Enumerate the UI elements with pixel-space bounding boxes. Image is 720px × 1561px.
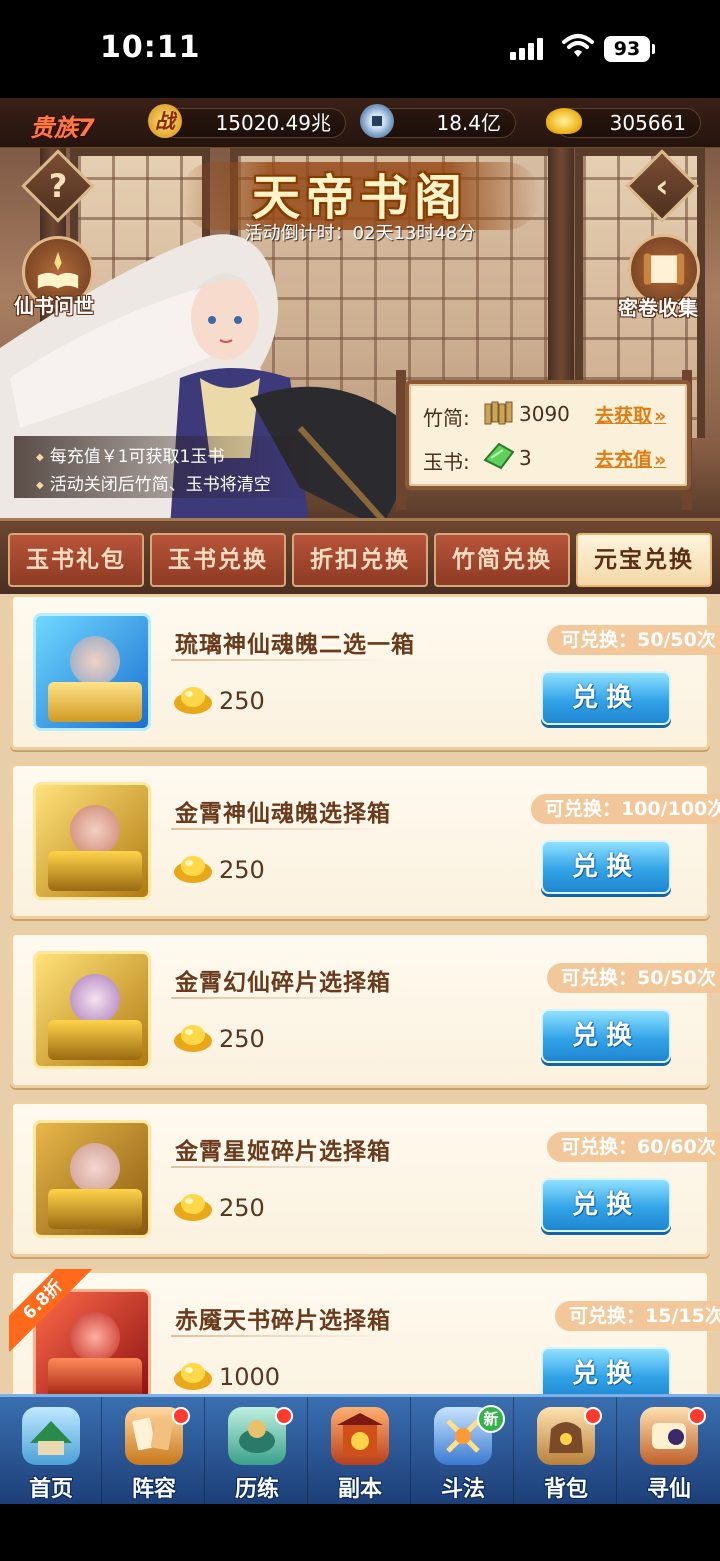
item-limit: 可兑换：15/15次 xyxy=(555,1301,720,1331)
nav-bag[interactable]: 背包 xyxy=(515,1397,617,1507)
item-limit: 可兑换：50/50次 xyxy=(547,625,720,655)
ingots-value: 305661 xyxy=(609,111,686,135)
jade-value: 3 xyxy=(519,446,532,470)
tab-jade-exchange[interactable]: 玉书兑换 xyxy=(150,533,286,587)
item-name: 金霄神仙魂魄选择箱 xyxy=(175,801,391,827)
power-value: 15020.49兆 xyxy=(215,111,331,135)
coins-value: 18.4亿 xyxy=(436,111,501,135)
battery-icon: 93 xyxy=(604,36,655,62)
exchange-button[interactable]: 兑换 xyxy=(541,1178,671,1232)
bamboo-slip-icon xyxy=(484,401,513,425)
item-limit: 可兑换：50/50次 xyxy=(547,963,720,993)
item-name: 金霄幻仙碎片选择箱 xyxy=(175,970,391,996)
item-thumbnail xyxy=(33,1120,151,1238)
resource-bar: 贵族7 15020.49兆 战 18.4亿 305661 xyxy=(0,98,720,148)
gold-ingot-icon xyxy=(174,856,212,883)
exchange-list[interactable]: 琉璃神仙魂魄二选一箱 250 可兑换：50/50次 兑换 金霄神仙魂魄选择箱 2… xyxy=(0,594,720,1394)
home-icon xyxy=(22,1407,80,1465)
nav-training[interactable]: 历练 xyxy=(206,1397,308,1507)
bamboo-label: 竹简: xyxy=(423,406,470,430)
discount-ribbon: 6.8折 xyxy=(9,1269,99,1359)
notification-dot xyxy=(688,1407,706,1425)
status-bar: 10:11 93 xyxy=(0,0,720,98)
vip-level[interactable]: 贵族7 xyxy=(30,108,95,143)
item-cost: 250 xyxy=(219,1025,265,1053)
event-title: 天帝书阁 xyxy=(251,170,468,226)
currency-panel: 竹简: 3090 去获取 玉书: 3 去充值 xyxy=(405,380,691,490)
nav-arena[interactable]: 新 斗法 xyxy=(412,1397,514,1507)
jade-label: 玉书: xyxy=(423,450,470,474)
exchange-button[interactable]: 兑换 xyxy=(541,1009,671,1063)
power-icon: 战 xyxy=(148,104,182,138)
gold-ingot-icon xyxy=(174,1025,212,1052)
gold-ingot-icon xyxy=(174,687,212,714)
wifi-icon xyxy=(562,34,594,57)
nav-home[interactable]: 首页 xyxy=(0,1397,102,1507)
item-thumbnail xyxy=(33,782,151,900)
item-thumbnail xyxy=(33,613,151,731)
back-arrow-icon: ‹ xyxy=(655,167,669,205)
exchange-button[interactable]: 兑换 xyxy=(541,1347,671,1394)
event-hero: 天帝书阁 活动倒计时：02天13时48分 ? ‹ 仙书问世 密卷收集 每充值￥1… xyxy=(0,148,720,518)
screen: { "status_bar": {"time": "10:11", "batte… xyxy=(0,0,720,1561)
list-item: 琉璃神仙魂魄二选一箱 250 可兑换：50/50次 兑换 xyxy=(10,594,720,750)
item-cost: 1000 xyxy=(219,1363,281,1391)
gold-ingot-icon xyxy=(546,108,582,134)
feature-mijuan[interactable]: 密卷收集 xyxy=(618,292,698,321)
notification-dot xyxy=(275,1407,293,1425)
bottom-nav: 首页 阵容 历练 副本 新 斗法 背包 寻仙 xyxy=(0,1394,720,1507)
notification-dot xyxy=(172,1407,190,1425)
exchange-tabs: 玉书礼包 玉书兑换 折扣兑换 竹简兑换 元宝兑换 xyxy=(0,518,720,594)
notification-dot xyxy=(584,1407,602,1425)
home-indicator-area xyxy=(0,1504,720,1561)
event-notes: 每充值￥1可获取1玉书 活动关闭后竹简、玉书将清空 xyxy=(14,436,324,498)
jade-book-icon xyxy=(483,442,515,470)
item-name: 琉璃神仙魂魄二选一箱 xyxy=(175,632,415,658)
note-1: 每充值￥1可获取1玉书 xyxy=(36,442,225,467)
feature-xianshu[interactable]: 仙书问世 xyxy=(14,290,94,319)
nav-lineup[interactable]: 阵容 xyxy=(103,1397,205,1507)
list-item: 金霄星姬碎片选择箱 250 可兑换：60/60次 兑换 xyxy=(10,1101,720,1257)
item-cost: 250 xyxy=(219,687,265,715)
event-countdown: 活动倒计时：02天13时48分 xyxy=(244,223,476,244)
nav-seek-immortal[interactable]: 寻仙 xyxy=(618,1397,720,1507)
list-item: 金霄神仙魂魄选择箱 250 可兑换：100/100次 兑换 xyxy=(10,763,720,919)
copper-coin-icon xyxy=(360,104,394,138)
list-item: 金霄幻仙碎片选择箱 250 可兑换：50/50次 兑换 xyxy=(10,932,720,1088)
item-cost: 250 xyxy=(219,1194,265,1222)
item-name: 赤魇天书碎片选择箱 xyxy=(175,1308,391,1334)
item-limit: 可兑换：100/100次 xyxy=(531,794,720,824)
item-limit: 可兑换：60/60次 xyxy=(547,1132,720,1162)
clock: 10:11 xyxy=(100,30,201,65)
exchange-button[interactable]: 兑换 xyxy=(541,671,671,725)
recharge-link[interactable]: 去充值 xyxy=(595,445,666,472)
note-2: 活动关闭后竹简、玉书将清空 xyxy=(36,470,271,495)
item-name: 金霄星姬碎片选择箱 xyxy=(175,1139,391,1165)
list-item: 6.8折 赤魇天书碎片选择箱 1000 可兑换：15/15次 兑换 xyxy=(9,1269,720,1394)
power-pill: 15020.49兆 xyxy=(160,108,346,138)
bamboo-value: 3090 xyxy=(519,402,570,426)
question-icon: ? xyxy=(48,167,68,205)
tab-bamboo-exchange[interactable]: 竹简兑换 xyxy=(434,533,570,587)
signal-icon xyxy=(510,38,546,60)
tab-jade-gift[interactable]: 玉书礼包 xyxy=(8,533,144,587)
tab-discount-exchange[interactable]: 折扣兑换 xyxy=(292,533,428,587)
gold-ingot-icon xyxy=(174,1194,212,1221)
new-badge: 新 xyxy=(477,1405,505,1433)
get-bamboo-link[interactable]: 去获取 xyxy=(595,401,666,428)
gold-ingot-icon xyxy=(174,1363,212,1390)
dungeon-icon xyxy=(331,1407,389,1465)
tab-ingot-exchange[interactable]: 元宝兑换 xyxy=(576,533,712,587)
exchange-button[interactable]: 兑换 xyxy=(541,840,671,894)
item-thumbnail xyxy=(33,951,151,1069)
item-cost: 250 xyxy=(219,856,265,884)
nav-dungeon[interactable]: 副本 xyxy=(309,1397,411,1507)
